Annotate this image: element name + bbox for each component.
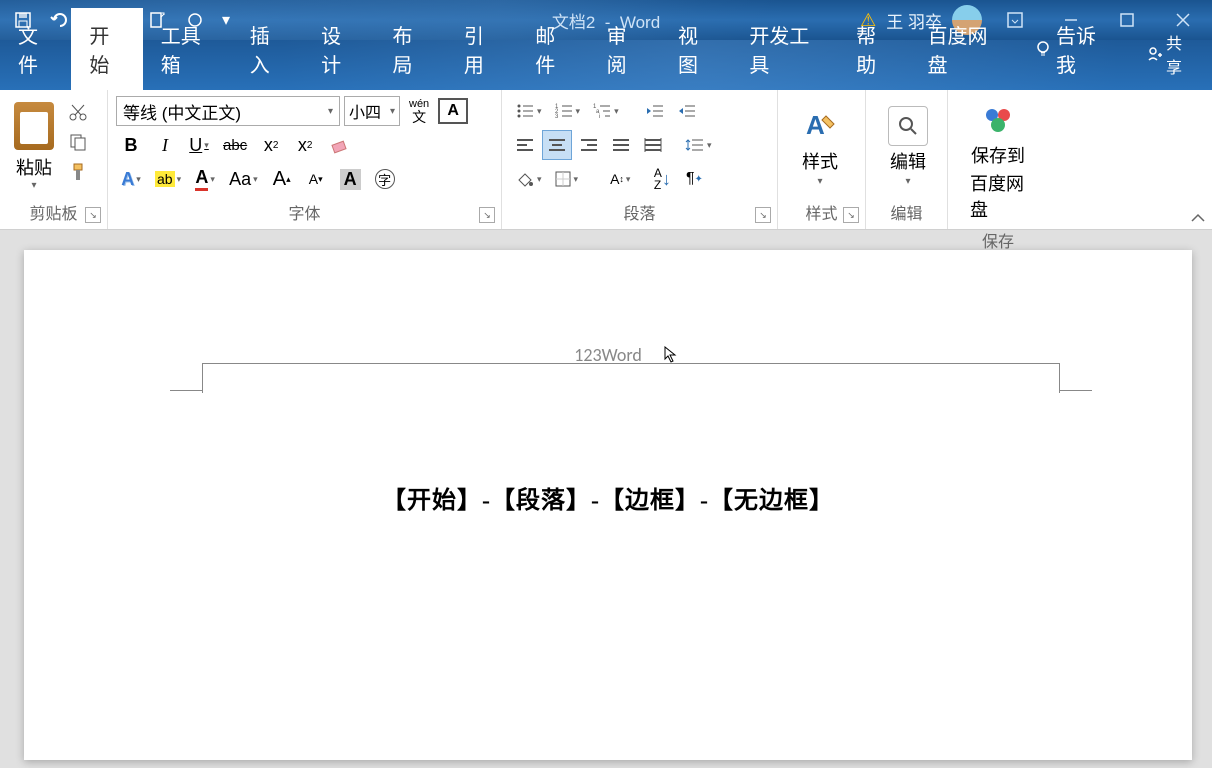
- superscript-button[interactable]: x2: [290, 130, 320, 160]
- asian-layout-button[interactable]: A↕▾: [605, 164, 635, 194]
- group-paragraph: ▾ 123▾ 1ai▾ ▾ ▾: [502, 90, 778, 229]
- highlight-button[interactable]: ab▾: [150, 164, 186, 194]
- cursor-icon: [664, 346, 678, 364]
- clipboard-icon: [14, 102, 54, 150]
- tell-me-button[interactable]: 告诉我: [1016, 8, 1126, 90]
- change-case-button[interactable]: Aa▾: [224, 164, 263, 194]
- ribbon: 粘贴 ▾ 剪贴板↘ 等线 (中文正文)▾ 小四▾: [0, 90, 1212, 230]
- shading-button[interactable]: ▾: [510, 164, 547, 194]
- phonetic-guide-button[interactable]: wén文: [404, 96, 434, 126]
- share-button[interactable]: 共享: [1127, 18, 1212, 90]
- svg-text:i: i: [599, 114, 600, 120]
- document-page[interactable]: 123Word 【开始】-【段落】-【边框】-【无边框】: [24, 250, 1192, 760]
- clipboard-launcher[interactable]: ↘: [85, 207, 101, 223]
- document-body-text: 【开始】-【段落】-【边框】-【无边框】: [382, 480, 834, 515]
- search-icon: [888, 106, 928, 146]
- grow-font-button[interactable]: A▴: [267, 164, 297, 194]
- multilevel-button[interactable]: 1ai▾: [587, 96, 624, 126]
- document-area[interactable]: 123Word 【开始】-【段落】-【边框】-【无边框】: [0, 230, 1212, 768]
- char-shading-button[interactable]: A: [335, 164, 366, 194]
- align-center-button[interactable]: [542, 130, 572, 160]
- subscript-button[interactable]: x2: [256, 130, 286, 160]
- styles-button[interactable]: A 样式 ▾: [784, 94, 856, 199]
- save-to-baidu-button[interactable]: 保存到 百度网盘: [954, 94, 1042, 228]
- tab-mail[interactable]: 邮件: [517, 8, 588, 90]
- copy-icon: [68, 132, 88, 152]
- tab-review[interactable]: 审阅: [589, 8, 660, 90]
- copy-button[interactable]: [66, 130, 90, 154]
- tab-file[interactable]: 文件: [0, 8, 71, 90]
- group-save: 保存到 百度网盘 保存: [948, 90, 1048, 229]
- paste-button[interactable]: 粘贴 ▾: [6, 94, 62, 199]
- align-distribute-button[interactable]: [638, 130, 668, 160]
- lightbulb-icon: [1034, 40, 1050, 58]
- align-right-button[interactable]: [574, 130, 604, 160]
- shrink-font-button[interactable]: A▾: [301, 164, 331, 194]
- tab-references[interactable]: 引用: [446, 8, 517, 90]
- font-name-select[interactable]: 等线 (中文正文)▾: [116, 96, 340, 126]
- cut-button[interactable]: [66, 100, 90, 124]
- increase-indent-button[interactable]: [672, 96, 702, 126]
- svg-text:3: 3: [555, 114, 559, 120]
- font-launcher[interactable]: ↘: [479, 207, 495, 223]
- font-color-button[interactable]: A▾: [190, 164, 220, 194]
- paragraph-launcher[interactable]: ↘: [755, 207, 771, 223]
- tab-insert[interactable]: 插入: [232, 8, 303, 90]
- tab-toolbox[interactable]: 工具箱: [143, 8, 232, 90]
- tab-developer[interactable]: 开发工具: [731, 8, 838, 90]
- show-marks-button[interactable]: ¶✦: [679, 164, 709, 194]
- scissors-icon: [68, 102, 88, 122]
- tab-layout[interactable]: 布局: [375, 8, 446, 90]
- line-spacing-button[interactable]: ▾: [680, 130, 717, 160]
- header-divider: [202, 363, 1060, 364]
- clear-format-button[interactable]: [324, 130, 354, 160]
- paint-bucket-icon: [515, 170, 535, 188]
- styles-launcher[interactable]: ↘: [843, 207, 859, 223]
- ribbon-tabs: 文件 开始 工具箱 插入 设计 布局 引用 邮件 审阅 视图 开发工具 帮助 百…: [0, 40, 1212, 90]
- styles-icon: A: [800, 106, 840, 146]
- group-editing: 编辑 ▾ 编辑: [866, 90, 948, 229]
- tab-baidu[interactable]: 百度网盘: [910, 8, 1017, 90]
- tab-view[interactable]: 视图: [660, 8, 731, 90]
- enclose-char-button[interactable]: 字: [370, 164, 400, 194]
- tab-home[interactable]: 开始: [71, 8, 142, 90]
- left-margin-marker: [170, 390, 202, 391]
- brush-icon: [68, 162, 88, 182]
- text-effects-button[interactable]: A▾: [116, 164, 146, 194]
- editing-button[interactable]: 编辑 ▾: [872, 94, 944, 199]
- tab-help[interactable]: 帮助: [838, 8, 909, 90]
- decrease-indent-button[interactable]: [640, 96, 670, 126]
- align-left-button[interactable]: [510, 130, 540, 160]
- char-border-button[interactable]: A: [438, 98, 468, 124]
- underline-button[interactable]: U▾: [184, 130, 214, 160]
- group-font: 等线 (中文正文)▾ 小四▾ wén文 A B I U▾ abc x2 x2 A…: [108, 90, 502, 229]
- format-painter-button[interactable]: [66, 160, 90, 184]
- italic-button[interactable]: I: [150, 130, 180, 160]
- group-clipboard: 粘贴 ▾ 剪贴板↘: [0, 90, 108, 229]
- baidu-cloud-icon: [978, 100, 1018, 140]
- font-size-select[interactable]: 小四▾: [344, 96, 400, 126]
- right-margin-marker: [1060, 390, 1092, 391]
- bold-button[interactable]: B: [116, 130, 146, 160]
- bullets-button[interactable]: ▾: [510, 96, 547, 126]
- eraser-icon: [329, 135, 349, 155]
- numbering-button[interactable]: 123▾: [549, 96, 586, 126]
- sort-button[interactable]: AZ↓: [647, 164, 677, 194]
- tab-design[interactable]: 设计: [303, 8, 374, 90]
- svg-text:A: A: [806, 110, 825, 140]
- align-justify-button[interactable]: [606, 130, 636, 160]
- strike-button[interactable]: abc: [218, 130, 252, 160]
- share-icon: [1145, 44, 1163, 64]
- collapse-ribbon-button[interactable]: [1190, 213, 1206, 225]
- group-styles: A 样式 ▾ 样式↘: [778, 90, 866, 229]
- borders-button[interactable]: ▾: [549, 164, 584, 194]
